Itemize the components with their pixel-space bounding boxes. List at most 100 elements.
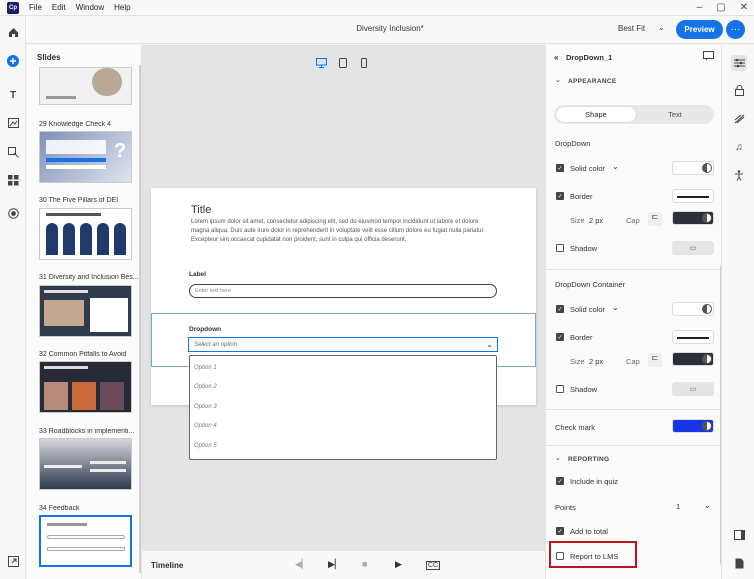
play-pause-icon[interactable]: ▶▏: [328, 559, 342, 570]
dropdown-option[interactable]: Option 5: [194, 443, 217, 449]
chevron-down-icon[interactable]: ⌄: [612, 162, 619, 171]
slide-thumbnail[interactable]: ?: [39, 131, 132, 183]
chevron-down-icon[interactable]: ⌄: [486, 340, 493, 349]
timeline-label[interactable]: Timeline: [151, 561, 183, 570]
slide-label[interactable]: 31 Diversity and Inclusion Bes...: [39, 274, 139, 281]
dropdown-option[interactable]: Option 4: [194, 423, 217, 429]
points-select[interactable]: 1: [676, 502, 680, 511]
tab-text[interactable]: Text: [638, 107, 712, 122]
shape-text-toggle[interactable]: Shape Text: [554, 105, 714, 124]
collapse-chevron-icon[interactable]: ⌄: [555, 454, 561, 462]
animation-icon[interactable]: [731, 111, 747, 127]
back-chevron-icon[interactable]: «: [554, 53, 558, 62]
menu-file[interactable]: File: [29, 3, 42, 12]
slide-thumbnail[interactable]: [39, 361, 132, 413]
dropdown-option[interactable]: Option 3: [194, 404, 217, 410]
size-value[interactable]: 2 px: [589, 216, 603, 225]
properties-sliders-icon[interactable]: [731, 55, 747, 71]
dropdown-label[interactable]: Dropdown: [189, 326, 221, 333]
closed-captions-icon[interactable]: CC: [426, 561, 441, 570]
home-icon[interactable]: [5, 24, 21, 40]
minimize-icon[interactable]: –: [697, 2, 703, 13]
lock-icon[interactable]: [731, 82, 747, 98]
tablet-view-icon[interactable]: [335, 55, 351, 71]
size-value[interactable]: 2 px: [589, 357, 603, 366]
points-label: Points: [555, 503, 576, 512]
slide-thumbnail[interactable]: [39, 208, 132, 260]
chevron-down-icon[interactable]: ⌄: [704, 501, 711, 510]
slide-label[interactable]: 29 Knowledge Check 4: [39, 121, 139, 128]
slide-thumbnail-selected[interactable]: [39, 515, 132, 567]
reporting-header[interactable]: REPORTING: [568, 456, 609, 463]
shadow-settings-icon[interactable]: ▭: [672, 241, 714, 255]
record-icon[interactable]: [5, 205, 21, 221]
opacity-dial-icon[interactable]: [702, 213, 712, 223]
close-icon[interactable]: ✕: [740, 2, 748, 13]
text-entry-input[interactable]: Enter text here: [189, 284, 497, 298]
accessibility-icon[interactable]: [731, 167, 747, 183]
border-style-preview[interactable]: [672, 330, 714, 344]
panel-toggle-icon[interactable]: [731, 527, 747, 543]
mobile-view-icon[interactable]: [356, 55, 372, 71]
border-checkbox[interactable]: ✓: [556, 333, 564, 341]
input-label[interactable]: Label: [189, 271, 206, 278]
shadow-checkbox[interactable]: [556, 385, 564, 393]
play-icon[interactable]: ▶: [395, 559, 402, 570]
slide-label[interactable]: 34 Feedback: [39, 505, 139, 512]
slide-label[interactable]: 30 The Five Pillars of DEI: [39, 197, 139, 204]
shadow-settings-icon[interactable]: ▭: [672, 382, 714, 396]
menu-window[interactable]: Window: [76, 3, 104, 12]
dropdown-options-list[interactable]: Option 1 Option 2 Option 3 Option 4 Opti…: [189, 355, 497, 460]
border-checkbox[interactable]: ✓: [556, 192, 564, 200]
chevron-down-icon[interactable]: ⌄: [612, 303, 619, 312]
collapse-chevron-icon[interactable]: ⌄: [555, 76, 561, 84]
opacity-dial-icon[interactable]: [702, 163, 712, 173]
slide-label[interactable]: 33 Roadblocks in implementi...: [39, 428, 139, 435]
appearance-header[interactable]: APPEARANCE: [568, 78, 617, 85]
slide-title[interactable]: Title: [191, 204, 211, 216]
document-icon[interactable]: [731, 555, 747, 571]
cap-label: Cap: [626, 357, 640, 366]
slide-label[interactable]: 32 Common Pitfalls to Avoid: [39, 351, 139, 358]
dropdown-select[interactable]: Select an option ⌄: [188, 337, 498, 352]
shadow-checkbox[interactable]: [556, 244, 564, 252]
slide-thumbnail[interactable]: [39, 67, 132, 105]
opacity-dial-icon[interactable]: [702, 304, 712, 314]
border-style-preview[interactable]: [672, 189, 714, 203]
widgets-icon[interactable]: [5, 172, 21, 188]
slides-scrollbar[interactable]: [139, 65, 141, 573]
opacity-dial-icon[interactable]: [702, 354, 712, 364]
zoom-select[interactable]: Best Fit: [618, 24, 645, 33]
audio-icon[interactable]: ♫: [731, 139, 747, 155]
include-in-quiz-label: Include in quiz: [570, 477, 618, 486]
exit-icon[interactable]: [5, 553, 21, 569]
desktop-view-icon[interactable]: [313, 55, 329, 71]
media-icon[interactable]: [5, 115, 21, 131]
slide-thumbnail[interactable]: [39, 438, 132, 490]
cap-style-icon[interactable]: ⊏: [648, 212, 662, 226]
report-to-lms-checkbox[interactable]: [556, 552, 564, 560]
interaction-icon[interactable]: [5, 144, 21, 160]
cap-style-icon[interactable]: ⊏: [648, 353, 662, 367]
solid-color-checkbox[interactable]: ✓: [556, 164, 564, 172]
include-in-quiz-checkbox[interactable]: ✓: [556, 477, 564, 485]
menu-edit[interactable]: Edit: [52, 3, 66, 12]
menu-help[interactable]: Help: [114, 3, 130, 12]
dropdown-option[interactable]: Option 1: [194, 365, 217, 371]
add-to-total-checkbox[interactable]: ✓: [556, 527, 564, 535]
opacity-dial-icon[interactable]: [702, 421, 712, 431]
maximize-icon[interactable]: ▢: [716, 2, 725, 13]
more-options-button[interactable]: ···: [726, 20, 745, 39]
add-icon[interactable]: [5, 53, 21, 69]
skip-back-icon[interactable]: ◀▏: [295, 559, 309, 570]
tab-shape[interactable]: Shape: [556, 107, 636, 122]
comment-icon[interactable]: [703, 51, 714, 63]
dropdown-option[interactable]: Option 2: [194, 384, 217, 390]
preview-button[interactable]: Preview: [676, 20, 723, 39]
text-icon[interactable]: T: [5, 87, 21, 103]
slide-body-text[interactable]: Lorem ipsum dolor sit amet, consectetur …: [191, 218, 497, 245]
stop-icon[interactable]: ■: [362, 559, 367, 569]
solid-color-checkbox[interactable]: ✓: [556, 305, 564, 313]
chevron-down-icon[interactable]: ⌄: [658, 23, 665, 32]
slide-thumbnail[interactable]: [39, 285, 132, 337]
